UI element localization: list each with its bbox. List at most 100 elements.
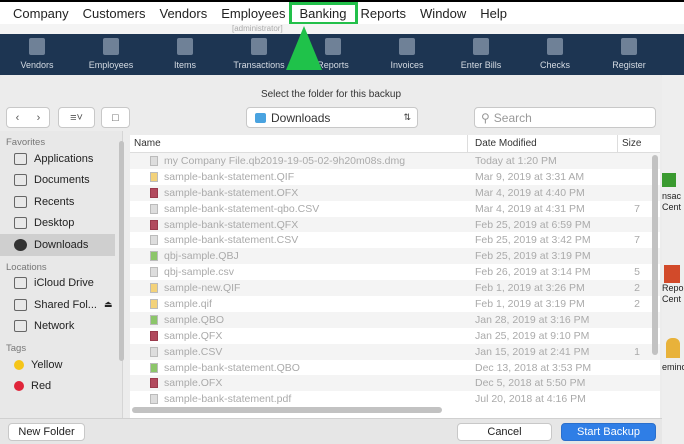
file-icon <box>150 394 158 405</box>
file-row[interactable]: sample.qif Feb 1, 2019 at 3:19 PM 2 <box>130 296 660 312</box>
file-list: Name Date Modified Size my Company File.… <box>130 135 660 418</box>
file-name-cell: sample-bank-statement.CSV <box>130 234 468 246</box>
file-row[interactable]: sample-bank-statement.OFX Mar 4, 2019 at … <box>130 184 660 201</box>
file-icon <box>150 219 158 230</box>
locations-heading: Locations <box>6 261 47 273</box>
toolbar-vendors[interactable]: Vendors <box>0 34 74 75</box>
toolbar-label: Invoices <box>390 60 424 70</box>
search-placeholder: Search <box>493 110 532 125</box>
downloads-icon <box>14 238 27 251</box>
new-folder-icon: □ <box>112 111 119 124</box>
file-row[interactable]: qbj-sample.csv Feb 26, 2019 at 3:14 PM 5 <box>130 264 660 280</box>
sidebar-item-location[interactable]: Network <box>0 316 122 338</box>
toolbar-invoices[interactable]: Invoices <box>370 34 444 75</box>
cancel-button[interactable]: Cancel <box>457 423 552 441</box>
sidebar-item-applications[interactable]: Applications <box>0 148 122 170</box>
sidebar-item-recents[interactable]: Recents <box>0 191 122 213</box>
file-icon <box>150 251 158 262</box>
file-icon <box>150 155 158 166</box>
location-dropdown[interactable]: Downloads ⇅ <box>246 107 418 128</box>
column-date-modified[interactable]: Date Modified <box>468 135 618 152</box>
file-row[interactable]: sample.QBO Jan 28, 2019 at 3:16 PM <box>130 311 660 328</box>
sidebar: Favorites Applications Documents Recents De… <box>0 131 124 418</box>
menu-window[interactable]: Window <box>413 6 473 21</box>
file-name-cell: sample.CSV <box>130 346 468 358</box>
file-row[interactable]: sample-bank-statement.CSV Feb 25, 2019 at… <box>130 232 660 248</box>
file-date: Today at 1:20 PM <box>475 154 557 167</box>
back-forward-buttons[interactable]: ‹ › <box>6 107 50 128</box>
sidebar-item-location[interactable]: Shared Fol... ⏏ <box>0 294 122 316</box>
vertical-scrollbar[interactable] <box>652 155 658 355</box>
back-icon[interactable]: ‹ <box>16 112 20 124</box>
file-row[interactable]: sample-bank-statement.QIF Mar 9, 2019 at … <box>130 169 660 185</box>
sidebar-item-label: Downloads <box>34 238 89 251</box>
file-row[interactable]: sample-bank-statement.pdf Jul 20, 2018 at… <box>130 391 660 407</box>
menu-reports[interactable]: Reports <box>354 6 414 21</box>
sidebar-tag-yellow[interactable]: Yellow <box>0 354 122 376</box>
toolbar-items[interactable]: Items <box>148 34 222 75</box>
toolbar-employees[interactable]: Employees <box>74 34 148 75</box>
file-name: sample.QFX <box>164 329 223 342</box>
column-size[interactable]: Size <box>618 135 658 152</box>
recents-icon <box>14 195 27 208</box>
file-name: sample-bank-statement.OFX <box>164 186 299 199</box>
menu-company[interactable]: Company <box>6 6 76 21</box>
column-header: Name Date Modified Size <box>130 135 660 153</box>
file-name: my Company File.qb2019-19-05-02-9h20m08s… <box>164 154 406 167</box>
menu-banking[interactable]: Banking <box>288 1 358 25</box>
file-row[interactable]: qbj-sample.QBJ Feb 25, 2019 at 3:19 PM <box>130 248 660 265</box>
location-label: Downloads <box>271 110 331 125</box>
view-options-button[interactable]: ≡˅ <box>58 107 95 128</box>
file-name-cell: sample.QBO <box>130 314 468 326</box>
reports-icon <box>325 38 341 55</box>
sidebar-tag-red[interactable]: Red <box>0 376 122 398</box>
list-view-icon: ≡˅ <box>70 111 83 124</box>
file-row[interactable]: sample.OFX Dec 5, 2018 at 5:50 PM <box>130 375 660 392</box>
icon-toolbar: Vendors Employees Items Transactions Reports… <box>0 34 684 75</box>
horizontal-scrollbar[interactable] <box>132 407 442 413</box>
file-date: Feb 26, 2019 at 3:14 PM <box>475 266 591 279</box>
new-folder-button[interactable]: New Folder <box>8 423 85 441</box>
sidebar-item-documents[interactable]: Documents <box>0 170 122 192</box>
file-name-cell: sample-bank-statement.pdf <box>130 393 468 405</box>
menu-help[interactable]: Help <box>473 6 514 21</box>
start-backup-button[interactable]: Start Backup <box>561 423 656 441</box>
file-date: Feb 25, 2019 at 3:42 PM <box>475 234 591 247</box>
toolbar-transactions[interactable]: Transactions <box>222 34 296 75</box>
panel-text: nsac <box>662 191 682 201</box>
eject-icon[interactable]: ⏏ <box>104 299 113 310</box>
search-field[interactable]: ⚲ Search <box>474 107 656 128</box>
sidebar-item-downloads[interactable]: Downloads <box>0 234 115 256</box>
file-name: sample-new.QIF <box>164 282 241 295</box>
file-row[interactable]: sample-new.QIF Feb 1, 2019 at 3:26 PM 2 <box>130 280 660 297</box>
file-date: Feb 25, 2019 at 6:59 PM <box>475 218 591 231</box>
file-row[interactable]: sample.CSV Jan 15, 2019 at 2:41 PM 1 <box>130 343 660 360</box>
toolbar-register[interactable]: Register <box>592 34 666 75</box>
sidebar-scrollbar[interactable] <box>119 141 124 361</box>
tag-label: Red <box>31 380 52 393</box>
file-row[interactable]: my Company File.qb2019-19-05-02-9h20m08s… <box>130 153 660 169</box>
file-icon <box>150 362 158 373</box>
file-name-cell: sample-bank-statement.QIF <box>130 171 468 183</box>
sidebar-item-location[interactable]: iCloud Drive <box>0 273 122 295</box>
file-name-cell: sample.OFX <box>130 377 468 389</box>
file-name: sample-bank-statement.QFX <box>164 218 299 231</box>
menu-vendors[interactable]: Vendors <box>153 6 215 21</box>
menu-customers[interactable]: Customers <box>76 6 153 21</box>
toolbar-enter-bills[interactable]: Enter Bills <box>444 34 518 75</box>
file-row[interactable]: sample-bank-statement.QFX Feb 25, 2019 at… <box>130 216 660 233</box>
file-name-cell: sample-bank-statement.OFX <box>130 187 468 199</box>
file-row[interactable]: sample.QFX Jan 25, 2019 at 9:10 PM <box>130 328 660 344</box>
file-name-cell: qbj-sample.csv <box>130 266 468 278</box>
forward-icon[interactable]: › <box>37 112 41 124</box>
file-icon <box>150 378 158 389</box>
new-folder-icon-button[interactable]: □ <box>101 107 130 128</box>
menu-employees[interactable]: Employees <box>214 6 292 21</box>
toolbar-checks[interactable]: Checks <box>518 34 592 75</box>
column-name[interactable]: Name <box>130 135 468 152</box>
file-icon <box>150 314 158 325</box>
file-row[interactable]: sample-bank-statement.QBO Dec 13, 2018 at… <box>130 360 660 376</box>
favorites-heading: Favorites <box>6 137 46 148</box>
sidebar-item-desktop[interactable]: Desktop <box>0 213 122 235</box>
file-row[interactable]: sample-bank-statement-qbo.CSV Mar 4, 2019… <box>130 201 660 217</box>
